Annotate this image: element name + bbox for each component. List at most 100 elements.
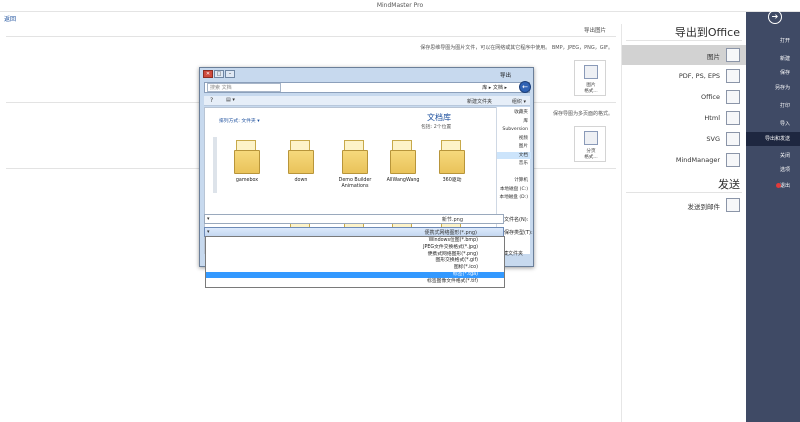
dialog-toolbar: 组织 ▾ 新建文件夹 ? ▤ ▾ [204,96,530,106]
section-heading: 导出图片 [584,28,607,34]
filetype-option[interactable]: 标签(*.tga) [206,272,504,279]
nav-item[interactable]: 本地磁盘 (C:) [497,186,531,193]
export-item-3[interactable]: Html [622,108,746,128]
export-item-0[interactable]: 图片 [622,45,746,65]
folder-icon [387,138,419,176]
folder-item[interactable]: Demo Builder Animations [331,138,379,194]
new-folder-button[interactable]: 新建文件夹 [467,98,492,105]
address-bar[interactable]: 库 ▸ 文档 ▸ 搜索 文档 [204,82,530,93]
filetype-option[interactable]: 图形交换格式(*.gif) [206,258,504,264]
nav-item[interactable]: 收藏夹 [497,109,531,116]
nav-item[interactable]: 本地磁盘 (D:) [497,194,531,201]
nav-item[interactable]: 库 [497,118,531,125]
sidebar-item-8[interactable]: 选项 [746,163,800,177]
divider [626,192,742,193]
sidebar-item-7[interactable]: 关闭 [746,149,800,163]
folder-name: down [294,178,308,183]
title-bar: MindMaster Pro [0,0,800,12]
folder-icon [231,138,263,176]
export-item-4[interactable]: SVG [622,129,746,149]
image-export-desc: 保存思维导图为图片文件，可以在网络或其它程序中使用。 BMP，JPEG，PNG，… [420,45,613,51]
filetype-label: 保存类型(T): [504,230,533,236]
divider [6,36,616,37]
folder-name: 360驱动 [442,178,462,183]
send-email-item[interactable]: 发送到邮件 [622,195,746,215]
sidebar-item-1[interactable]: 新建 [746,52,800,66]
chevron-down-icon[interactable]: ▾ [207,229,210,235]
export-item-label: MindManager [675,156,720,164]
export-item-1[interactable]: PDF, PS, EPS [622,66,746,86]
backstage-sidebar: ➔ 打开新建 保存 另存为打印导入 导出和发送关闭 选项退出 [746,10,800,422]
filetype-value: 便携式网络图形(*.png) [424,230,477,236]
filetype-dropdown-list: Windows位图(*.bmp) JPEG文件交换格式(*.jpg) 便携式网络图形… [205,236,505,288]
nav-back-icon[interactable]: ← [519,81,531,93]
page-export-desc: 保存导图为多页面的格式。 [552,111,613,117]
nav-item[interactable]: 计算机 [497,177,531,184]
filetype-option[interactable]: 标签图像文件格式(*.tif) [206,279,504,285]
send-title: 发送 [718,178,740,191]
sidebar-item-2[interactable]: 保存 [746,66,800,80]
close-icon[interactable]: ✕ [203,70,213,78]
page-icon [584,131,598,145]
library-title: 文档库 [427,113,451,122]
search-input[interactable]: 搜索 文档 [207,83,281,92]
sidebar-item-9[interactable]: 退出 [746,179,800,193]
office-icon [726,90,740,104]
svg-icon [726,132,740,146]
pdf-icon [726,69,740,83]
tile-label: 图片 格式... [584,83,598,94]
filetype-option[interactable]: 便携式网络图形(*.png) [206,252,504,258]
filetype-option[interactable]: 图标(*.ico) [206,265,504,271]
arrange-by-dropdown[interactable]: 排列方式: 文件夹 ▾ [219,117,260,124]
export-item-5[interactable]: MindManager [622,150,746,170]
nav-item[interactable]: 图片 [497,143,531,150]
minimize-icon[interactable]: – [225,70,235,78]
scrollbar[interactable] [213,137,217,193]
export-item-label: 图片 [707,53,720,61]
image-icon [726,48,740,62]
back-link[interactable]: 返回 [4,14,16,23]
export-panel: 导出到Office 图片 PDF, PS, EPS Office Html SVG Min… [622,12,746,422]
folder-item[interactable]: 360驱动 [428,138,476,194]
folder-icon [285,138,317,176]
exit-icon [776,183,781,188]
chevron-down-icon[interactable]: ▾ [207,216,210,222]
nav-item[interactable]: 文档 [497,151,531,159]
image-format-tile[interactable]: 图片 格式... [574,60,606,96]
library-subtitle: 包括: 2个位置 [421,125,452,130]
help-icon[interactable]: ? [210,97,213,104]
organize-button[interactable]: 组织 ▾ [512,98,526,105]
export-item-label: PDF, PS, EPS [678,72,720,80]
sidebar-item-6[interactable]: 导出和发送 [746,132,800,146]
window-title: MindMaster Pro [376,2,424,9]
folder-item[interactable]: down [277,138,325,194]
sidebar-item-0[interactable]: 打开 [746,34,800,48]
html-icon [726,111,740,125]
breadcrumb: 库 ▸ 文档 ▸ [482,85,507,91]
filetype-option[interactable]: Windows位图(*.bmp) [206,238,504,244]
mindmanager-icon [726,153,740,167]
maximize-icon[interactable]: □ [214,70,224,78]
nav-item[interactable]: 音乐 [497,160,531,167]
filename-label: 文件名(N): [504,217,529,223]
nav-item[interactable]: Subversion [497,126,531,133]
back-arrow-icon[interactable]: ➔ [768,10,782,24]
filename-input[interactable]: ▾ 新节.png [204,214,504,224]
page-format-tile[interactable]: 分页 格式... [574,126,606,162]
send-email-label: 发送到邮件 [687,203,721,211]
export-item-label: Html [704,114,720,122]
export-item-label: SVG [706,135,720,143]
folder-name: Demo Builder Animations [338,178,372,189]
sidebar-item-4[interactable]: 打印 [746,99,800,113]
folder-icon [436,138,468,176]
filetype-option[interactable]: JPEG文件交换格式(*.jpg) [206,245,504,251]
nav-item[interactable]: 视频 [497,135,531,142]
sidebar-item-3[interactable]: 另存为 [746,81,800,95]
sidebar-item-5[interactable]: 导入 [746,117,800,131]
folder-item[interactable]: gamebox [223,138,271,194]
nav-item[interactable] [497,169,531,176]
folder-name: gamebox [235,178,259,183]
view-menu-icon[interactable]: ▤ ▾ [226,97,235,103]
export-item-2[interactable]: Office [622,87,746,107]
folder-item[interactable]: AllWangWang [379,138,427,194]
